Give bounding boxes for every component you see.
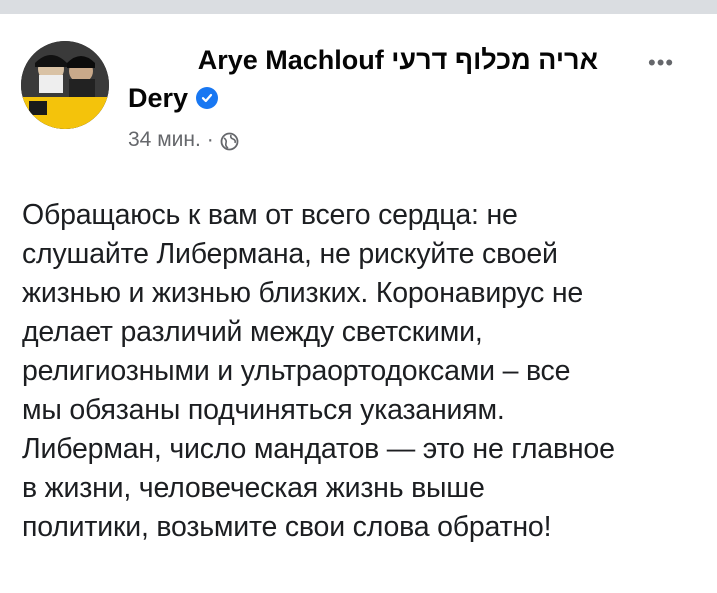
more-options-icon[interactable]: ••• [648, 50, 674, 76]
post-timestamp[interactable]: 34 мин. [128, 126, 201, 154]
post-text-line: в жизни, человеческая жизнь выше [22, 472, 485, 504]
verified-badge-icon [196, 87, 219, 109]
author-name[interactable]: אריה מכלוף דרעי Arye Machlouf [128, 43, 598, 77]
meta-separator: · [206, 128, 214, 151]
author-avatar[interactable] [21, 41, 109, 129]
post-text-line: слушайте Либермана, не рискуйте своей [22, 238, 558, 270]
post-text-line: политики, возьмите свои слова обратно! [22, 511, 552, 543]
post-text-line: Либерман, число мандатов — это не главно… [22, 433, 615, 465]
globe-icon[interactable] [220, 131, 239, 150]
author-name-line2[interactable]: Dery [128, 81, 188, 115]
top-strip [0, 0, 717, 14]
author-name-continued[interactable]: Dery [128, 81, 219, 115]
post-card: אריה מכלוף דרעי Arye Machlouf Dery 34 ми… [0, 14, 717, 593]
post-text-line: жизнью и жизнью близких. Коронавирус не [22, 277, 584, 309]
post-meta: 34 мин. · [128, 126, 239, 154]
post-text-line: Обращаюсь к вам от всего сердца: не [22, 199, 518, 231]
post-body: Обращаюсь к вам от всего сердца: не слуш… [22, 196, 702, 547]
post-text-line: делает различий между светскими, [22, 316, 483, 348]
post-text-line: религиозными и ультраортодоксами – все [22, 355, 571, 387]
post-text-line: мы обязаны подчиняться указаниям. [22, 394, 505, 426]
